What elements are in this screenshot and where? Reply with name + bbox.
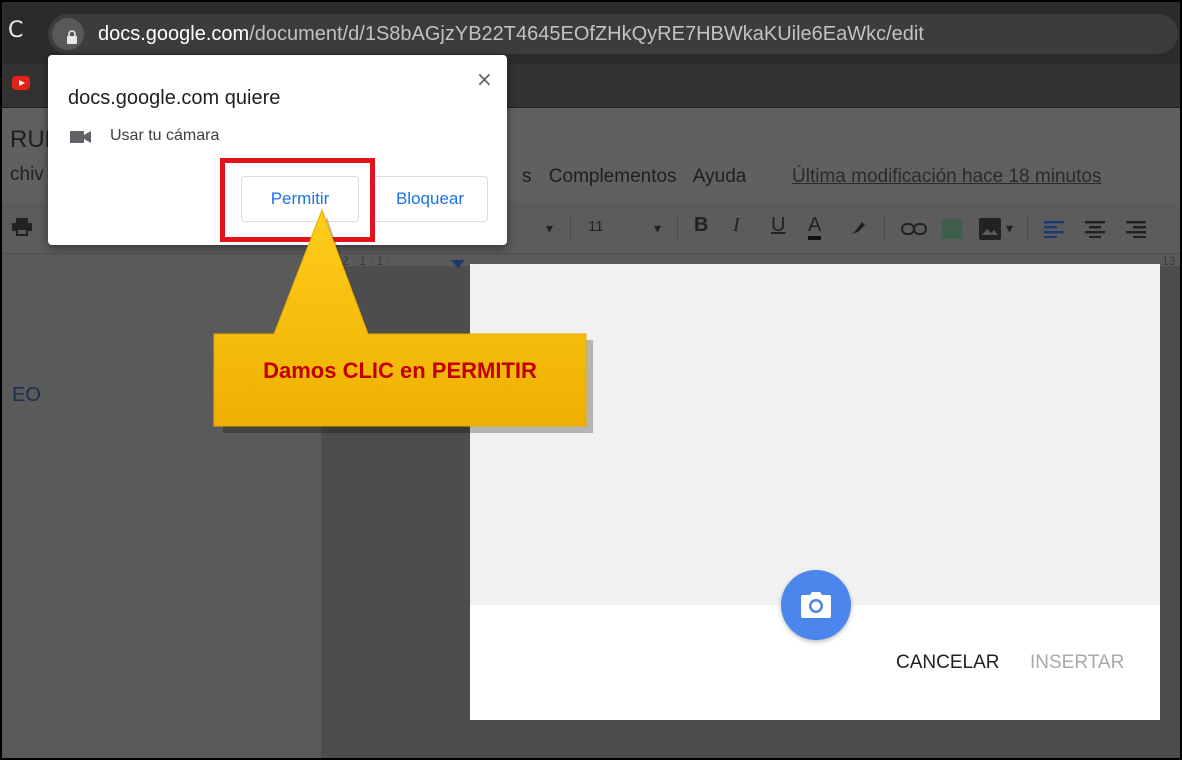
- site-info-button[interactable]: [52, 18, 84, 50]
- document-outline-pane: EO: [2, 254, 322, 758]
- comment-icon[interactable]: [942, 219, 962, 239]
- menu-archivo[interactable]: chiv: [10, 164, 44, 186]
- callout-text: Damos CLIC en PERMITIR: [263, 358, 537, 383]
- font-size-caret[interactable]: ▾: [654, 220, 661, 237]
- camera-icon: [801, 592, 831, 618]
- cancel-button[interactable]: CANCELAR: [896, 652, 999, 674]
- image-dropdown-caret[interactable]: ▾: [1006, 220, 1013, 237]
- menu-item-ayuda[interactable]: Ayuda: [693, 166, 747, 187]
- toolbar-divider: [884, 218, 885, 240]
- font-size-value[interactable]: 11: [588, 218, 604, 235]
- lock-icon: [67, 30, 77, 44]
- text-color-button[interactable]: A: [808, 214, 822, 240]
- align-center-icon[interactable]: [1085, 220, 1105, 238]
- url-host: docs.google.com: [98, 23, 250, 45]
- outline-heading[interactable]: EO: [12, 384, 41, 407]
- italic-button[interactable]: I: [733, 214, 740, 237]
- permission-title: docs.google.com quiere: [68, 87, 281, 109]
- url-text[interactable]: docs.google.com/document/d/1S8bAGjzYB22T…: [98, 23, 924, 46]
- omnibox[interactable]: docs.google.com/document/d/1S8bAGjzYB22T…: [48, 14, 1178, 54]
- camera-preview: [470, 264, 1160, 605]
- toolbar-divider: [1027, 218, 1028, 240]
- ruler-number-right: 13: [1162, 254, 1176, 268]
- bold-button[interactable]: B: [694, 214, 708, 237]
- video-camera-icon: [70, 131, 91, 143]
- last-edit-link[interactable]: Última modificación hace 18 minutos: [792, 166, 1101, 188]
- screenshot-frame: C docs.google.com/document/d/1S8bAGjzYB2…: [0, 0, 1182, 760]
- underline-button[interactable]: U: [771, 214, 785, 237]
- menu-bar: s Complementos Ayuda: [522, 166, 758, 188]
- align-left-icon[interactable]: [1044, 220, 1064, 238]
- permission-camera-text: Usar tu cámara: [110, 127, 220, 144]
- link-icon[interactable]: [901, 222, 927, 236]
- indent-marker[interactable]: [451, 260, 465, 268]
- ruler-numbers: 2 · 1 · 1 ·: [342, 254, 391, 268]
- allow-highlight-box: [220, 158, 375, 242]
- menu-item-complementos[interactable]: Complementos: [549, 166, 677, 187]
- highlight-pen-icon[interactable]: [850, 218, 868, 236]
- image-icon[interactable]: [979, 218, 1001, 240]
- url-path: /document/d/1S8bAGjzYB22T4645EOfZHkQyRE7…: [249, 23, 924, 45]
- toolbar-divider: [570, 218, 571, 240]
- block-button[interactable]: Bloquear: [372, 176, 488, 222]
- toolbar-divider: [677, 218, 678, 240]
- reload-icon[interactable]: C: [8, 18, 23, 43]
- insert-button: INSERTAR: [1030, 652, 1125, 673]
- take-photo-button[interactable]: [781, 570, 851, 640]
- camera-dialog: CANCELAR INSERTAR: [470, 264, 1160, 720]
- print-icon[interactable]: [12, 218, 32, 236]
- font-dropdown-caret[interactable]: ▾: [546, 220, 553, 237]
- menu-item-herramientas[interactable]: s: [522, 166, 532, 187]
- youtube-icon[interactable]: [12, 76, 30, 90]
- align-right-icon[interactable]: [1126, 220, 1146, 238]
- close-icon[interactable]: ×: [476, 67, 493, 91]
